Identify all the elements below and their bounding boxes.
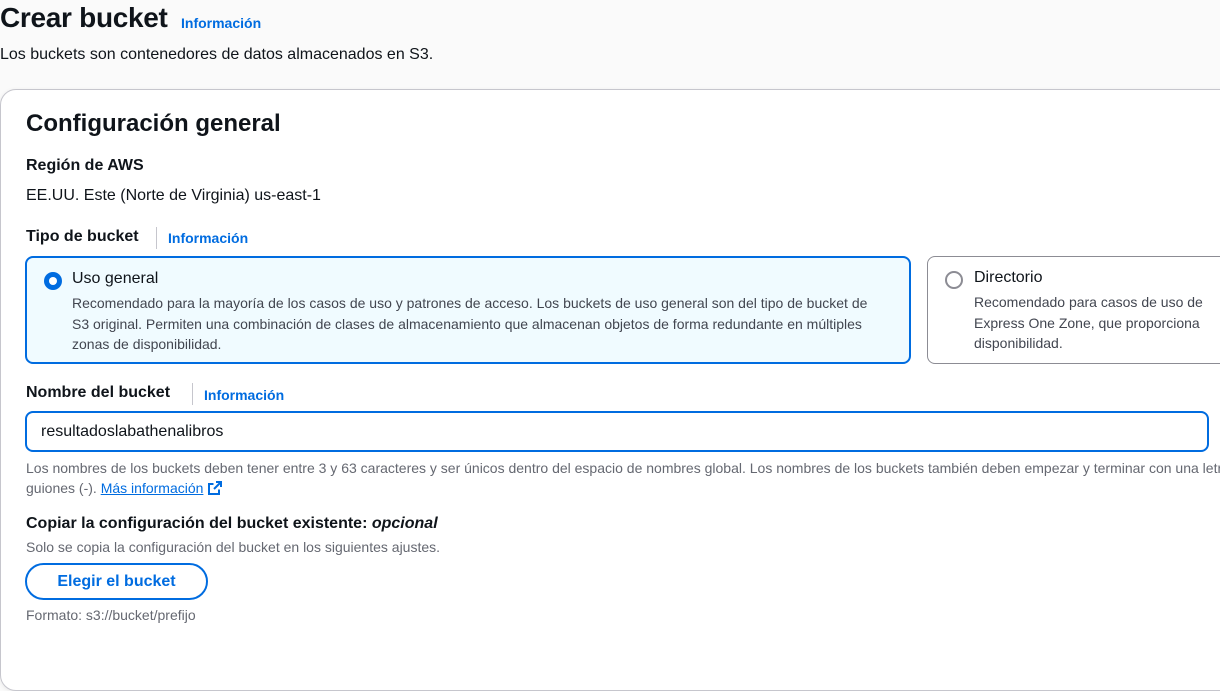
bucket-type-directory-tile[interactable]: Directorio Recomendado para casos de uso… (927, 256, 1220, 364)
tile-title: Directorio (974, 269, 1043, 286)
copy-config-description: Solo se copia la configuración del bucke… (26, 539, 441, 555)
tile-description: Recomendado para casos de uso de Express… (974, 292, 1220, 354)
radio-unchecked-icon[interactable] (945, 271, 963, 289)
tile-description: Recomendado para la mayoría de los casos… (72, 295, 868, 352)
bucket-name-label: Nombre del bucket (26, 384, 171, 401)
bucket-name-input[interactable] (25, 411, 1209, 452)
bucket-type-general-purpose-tile[interactable]: Uso general Recomendado para la mayoría … (25, 256, 911, 364)
title-info-link[interactable]: Información (181, 15, 261, 31)
external-link-icon[interactable] (207, 480, 223, 501)
region-value: EE.UU. Este (Norte de Virginia) us-east-… (26, 187, 321, 204)
bucket-type-label: Tipo de bucket (26, 228, 139, 245)
tile-description-line: Recomendado para casos de uso de (974, 294, 1203, 310)
optional-label: opcional (371, 515, 438, 532)
bucket-type-info-link[interactable]: Información (168, 230, 248, 246)
divider (156, 227, 157, 249)
panel-title: Configuración general (26, 110, 281, 137)
bucket-name-hint: Los nombres de los buckets deben tener e… (26, 458, 1220, 501)
copy-config-label-text: Copiar la configuración del bucket exist… (26, 515, 368, 532)
divider (192, 383, 193, 405)
tile-title: Uso general (72, 270, 159, 287)
tile-description-line: disponibilidad. (974, 335, 1063, 351)
region-label: Región de AWS (26, 157, 144, 174)
hint-text: Los nombres de los buckets deben tener e… (26, 460, 1220, 476)
more-info-link[interactable]: Más información (101, 480, 204, 496)
page-title: Crear bucket (0, 2, 168, 33)
choose-bucket-button[interactable]: Elegir el bucket (25, 563, 208, 600)
page-description: Los buckets son contenedores de datos al… (0, 46, 434, 63)
format-hint: Formato: s3://bucket/prefijo (26, 607, 196, 623)
tile-description-line: Express One Zone, que proporciona (974, 314, 1200, 331)
radio-checked-icon[interactable] (44, 272, 62, 290)
bucket-name-info-link[interactable]: Información (204, 387, 284, 403)
general-config-panel (0, 89, 1220, 691)
hint-tail: guiones (-). (26, 480, 97, 496)
copy-config-label: Copiar la configuración del bucket exist… (26, 515, 438, 533)
